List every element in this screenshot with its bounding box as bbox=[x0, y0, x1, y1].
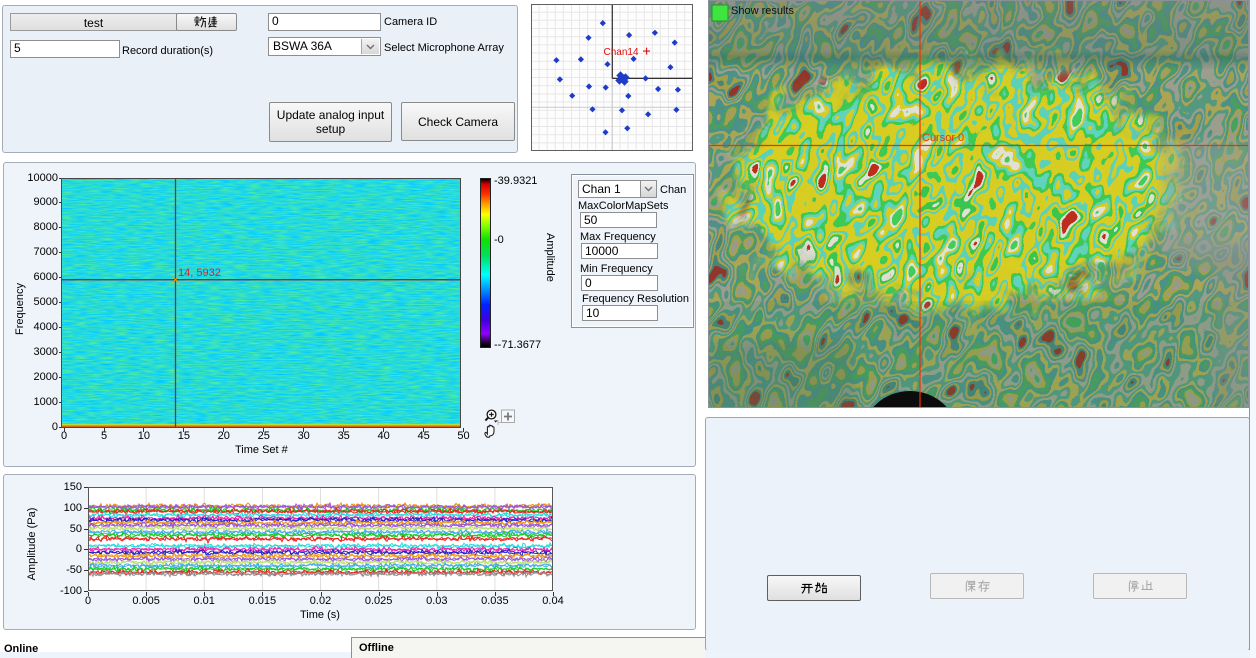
svg-text:14, 5932: 14, 5932 bbox=[178, 267, 221, 279]
svg-text:Show results: Show results bbox=[731, 5, 794, 17]
svg-text:Chan14: Chan14 bbox=[604, 47, 639, 58]
svg-text:Cursor 0: Cursor 0 bbox=[922, 132, 964, 144]
